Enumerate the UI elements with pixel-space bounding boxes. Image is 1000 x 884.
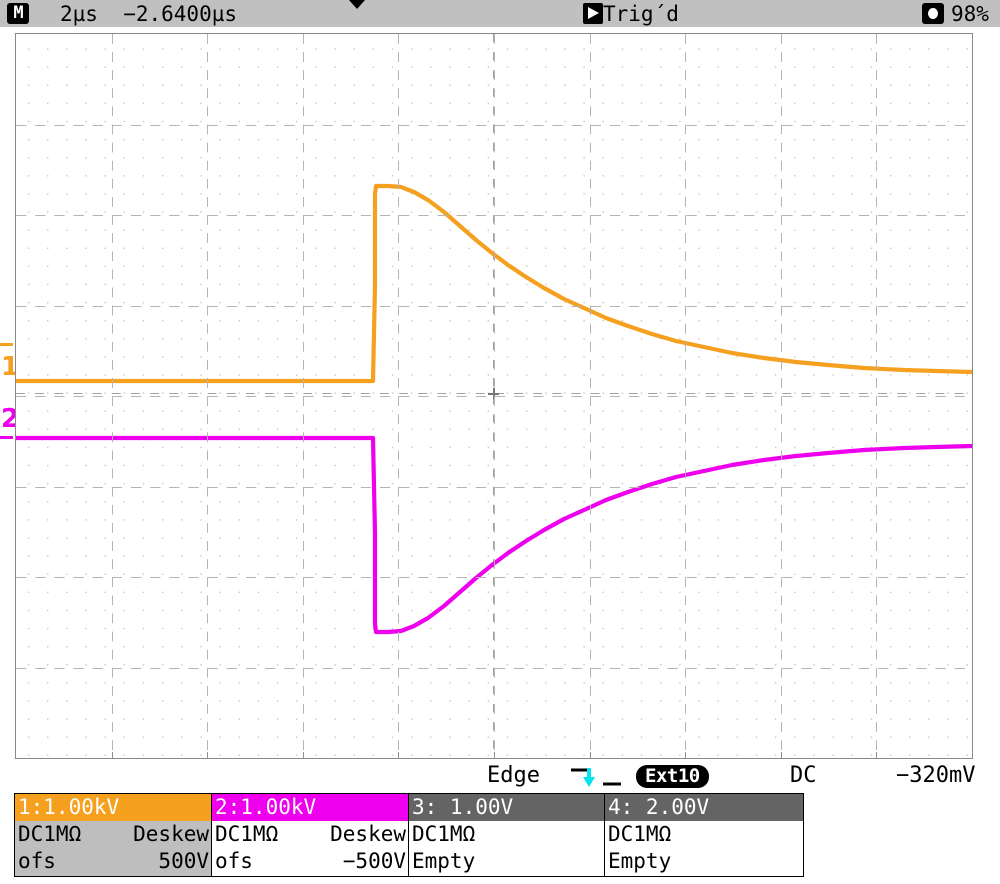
trigger-level-label[interactable]: −320mV: [896, 763, 975, 788]
channel-1-marker[interactable]: 1: [1, 354, 19, 380]
channel-4-status: Empty: [608, 849, 672, 873]
channel-1-offset-value[interactable]: 500V: [158, 848, 209, 875]
channel-box-4[interactable]: 4: 2.00V DC1MΩ Empty: [605, 794, 803, 876]
trigger-info-row: Edge DC −320mV: [0, 762, 1000, 792]
channel-1-coupling: DC1MΩ Deskew: [18, 821, 209, 848]
channel-4-header[interactable]: 4: 2.00V: [605, 794, 803, 821]
channel-3-body[interactable]: DC1MΩ Empty: [409, 821, 604, 876]
grid-major-row: [16, 668, 972, 669]
top-status-bar: M 2µs −2.6400µs Trig´d 98%: [0, 0, 1000, 27]
channel-2-offset-label: ofs −500V: [215, 848, 406, 875]
trigger-source-badge[interactable]: Ext10: [636, 765, 709, 788]
oscilloscope-screen: M 2µs −2.6400µs Trig´d 98% 1 2 Edge DC −…: [0, 0, 1000, 884]
channel-box-3[interactable]: 3: 1.00V DC1MΩ Empty: [409, 794, 605, 876]
channel-box-2[interactable]: 2:1.00kV DC1MΩ Deskew ofs −500V: [212, 794, 409, 876]
channel-3-status: Empty: [412, 849, 476, 873]
battery-icon: [922, 3, 944, 24]
channel-2-coupling: DC1MΩ Deskew: [215, 821, 406, 848]
channel-2-ground-arrow[interactable]: [0, 435, 13, 440]
grid-major-row: [16, 125, 972, 126]
grid-major-row: [16, 487, 972, 488]
channel-2-deskew-label[interactable]: Deskew: [330, 821, 406, 848]
channel-1-ground-arrow[interactable]: [0, 342, 13, 347]
channel-2-header[interactable]: 2:1.00kV: [212, 794, 408, 821]
channel-2-marker[interactable]: 2: [1, 406, 19, 432]
falling-edge-icon[interactable]: [569, 764, 623, 790]
channel-1-body[interactable]: DC1MΩ Deskew ofs 500V: [15, 821, 211, 876]
trigger-status-label: Trig´d: [603, 1, 679, 26]
trigger-type-label[interactable]: Edge: [487, 763, 540, 788]
grid-major-row: [16, 577, 972, 578]
channel-2-offset-value[interactable]: −500V: [343, 848, 406, 875]
channel-4-coupling: DC1MΩ: [608, 822, 672, 846]
channel-settings-bar: 1:1.00kV DC1MΩ Deskew ofs 500V 2:1.00kV DC…: [14, 793, 804, 877]
grid-major-row: [16, 396, 972, 397]
battery-level-label: 98%: [951, 2, 989, 26]
channel-1-offset-label: ofs 500V: [18, 848, 209, 875]
trigger-position-marker[interactable]: [349, 0, 365, 9]
channel-1-deskew-label[interactable]: Deskew: [133, 821, 209, 848]
channel-3-header[interactable]: 3: 1.00V: [409, 794, 604, 821]
channel-1-header[interactable]: 1:1.00kV: [15, 794, 211, 821]
channel-3-coupling: DC1MΩ: [412, 822, 476, 846]
play-icon[interactable]: [583, 3, 603, 24]
grid-major-row: [16, 306, 972, 307]
grid-major-row: [16, 215, 972, 216]
trigger-status-group: Trig´d: [583, 1, 679, 26]
channel-box-1[interactable]: 1:1.00kV DC1MΩ Deskew ofs 500V: [15, 794, 212, 876]
memory-icon[interactable]: M: [7, 3, 29, 24]
trigger-coupling-label[interactable]: DC: [790, 763, 817, 788]
graticule[interactable]: [15, 33, 973, 759]
channel-2-body[interactable]: DC1MΩ Deskew ofs −500V: [212, 821, 408, 876]
channel-4-body[interactable]: DC1MΩ Empty: [605, 821, 803, 876]
timebase-readout[interactable]: 2µs −2.6400µs: [60, 2, 237, 26]
